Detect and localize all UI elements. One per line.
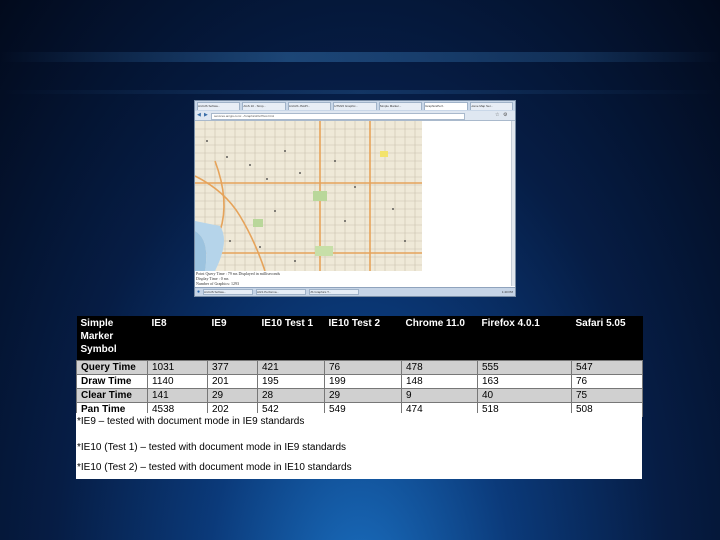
url-input[interactable]: services.arcgis.com/.../GraphicsPerfTest… bbox=[211, 113, 465, 120]
browser-tab[interactable]: HTML5 Graphic... bbox=[333, 102, 377, 110]
column-header: IE9 bbox=[207, 316, 258, 361]
clock: 1:40 PM bbox=[501, 290, 513, 294]
taskbar-item[interactable]: AGS Performa... bbox=[256, 289, 307, 295]
star-icon[interactable]: ☆ bbox=[495, 112, 499, 118]
footnote: *IE10 (Test 1) – tested with document mo… bbox=[77, 442, 347, 453]
browser-tab-active[interactable]: GraphicsPerf.. bbox=[424, 102, 468, 110]
start-icon[interactable]: ● bbox=[197, 289, 200, 295]
table-cell: 29 bbox=[207, 388, 258, 403]
wrench-icon[interactable]: ⚙ bbox=[503, 112, 507, 118]
browser-tab[interactable]: ArcGIS JSAPI... bbox=[287, 102, 332, 110]
table-cell: 199 bbox=[324, 374, 402, 389]
footnotes: *IE9 – tested with document mode in IE9 … bbox=[76, 413, 642, 479]
column-header: Safari 5.05 bbox=[571, 316, 643, 361]
table-cell: 555 bbox=[477, 360, 572, 375]
footnote: *IE9 – tested with document mode in IE9 … bbox=[77, 416, 305, 427]
row-label: Clear Time bbox=[76, 388, 148, 403]
taskbar-item[interactable]: JS Graphics T... bbox=[309, 289, 360, 295]
browser-tab[interactable]: Simple Marker... bbox=[378, 102, 423, 110]
map-caption: Point Query Time : 79 ms Displayed in mi… bbox=[196, 271, 422, 286]
table-cell: 195 bbox=[257, 374, 325, 389]
table-cell: 547 bbox=[571, 360, 643, 375]
table-cell: 75 bbox=[571, 388, 643, 403]
table-cell: 1140 bbox=[147, 374, 208, 389]
browser-tab-bar: ArcGIS Softwa... AGS 10 - Simp... ArcGIS… bbox=[195, 101, 515, 111]
map-canvas[interactable] bbox=[195, 121, 422, 271]
performance-table: Simple Marker Symbol IE8 IE9 IE10 Test 1… bbox=[76, 316, 643, 417]
table-cell: 1031 bbox=[147, 360, 208, 375]
column-header: Simple Marker Symbol bbox=[76, 316, 148, 361]
header-band-thin bbox=[0, 90, 720, 94]
column-header: Firefox 4.0.1 bbox=[477, 316, 572, 361]
row-label: Query Time bbox=[76, 360, 148, 375]
column-header: IE10 Test 2 bbox=[324, 316, 402, 361]
table-cell: 141 bbox=[147, 388, 208, 403]
table-cell: 76 bbox=[571, 374, 643, 389]
table-cell: 29 bbox=[324, 388, 402, 403]
header-band bbox=[0, 52, 720, 62]
browser-screenshot: ArcGIS Softwa... AGS 10 - Simp... ArcGIS… bbox=[194, 100, 516, 297]
table-cell: 40 bbox=[477, 388, 572, 403]
back-icon[interactable]: ◀ bbox=[197, 112, 201, 118]
browser-tab[interactable]: Home Map Ser... bbox=[469, 102, 513, 110]
column-header: IE8 bbox=[147, 316, 208, 361]
table-cell: 148 bbox=[401, 374, 478, 389]
os-taskbar: ● ArcGIS Softwa... AGS Performa... JS Gr… bbox=[195, 287, 515, 296]
table-row: Draw Time 1140 201 195 199 148 163 76 bbox=[76, 374, 643, 389]
forward-icon[interactable]: ▶ bbox=[204, 112, 208, 118]
caption-line: Number of Graphics: 1293 bbox=[196, 281, 239, 286]
scrollbar[interactable] bbox=[511, 121, 515, 286]
table-row: Query Time 1031 377 421 76 478 555 547 bbox=[76, 360, 643, 375]
address-bar: ◀ ▶ services.arcgis.com/.../GraphicsPerf… bbox=[195, 111, 515, 121]
table-cell: 76 bbox=[324, 360, 402, 375]
column-header: Chrome 11.0 bbox=[401, 316, 478, 361]
column-header: IE10 Test 1 bbox=[257, 316, 325, 361]
table-header-row: Simple Marker Symbol IE8 IE9 IE10 Test 1… bbox=[76, 316, 643, 361]
browser-tab[interactable]: ArcGIS Softwa... bbox=[197, 102, 241, 110]
browser-tab[interactable]: AGS 10 - Simp... bbox=[242, 102, 286, 110]
table-cell: 421 bbox=[257, 360, 325, 375]
table-cell: 478 bbox=[401, 360, 478, 375]
table-cell: 201 bbox=[207, 374, 258, 389]
table-cell: 377 bbox=[207, 360, 258, 375]
table-cell: 9 bbox=[401, 388, 478, 403]
row-label: Draw Time bbox=[76, 374, 148, 389]
taskbar-item[interactable]: ArcGIS Softwa... bbox=[203, 289, 254, 295]
page-sidebar bbox=[423, 121, 511, 271]
table-row: Clear Time 141 29 28 29 9 40 75 bbox=[76, 388, 643, 403]
table-cell: 163 bbox=[477, 374, 572, 389]
table-cell: 28 bbox=[257, 388, 325, 403]
footnote: *IE10 (Test 2) – tested with document mo… bbox=[77, 462, 352, 473]
